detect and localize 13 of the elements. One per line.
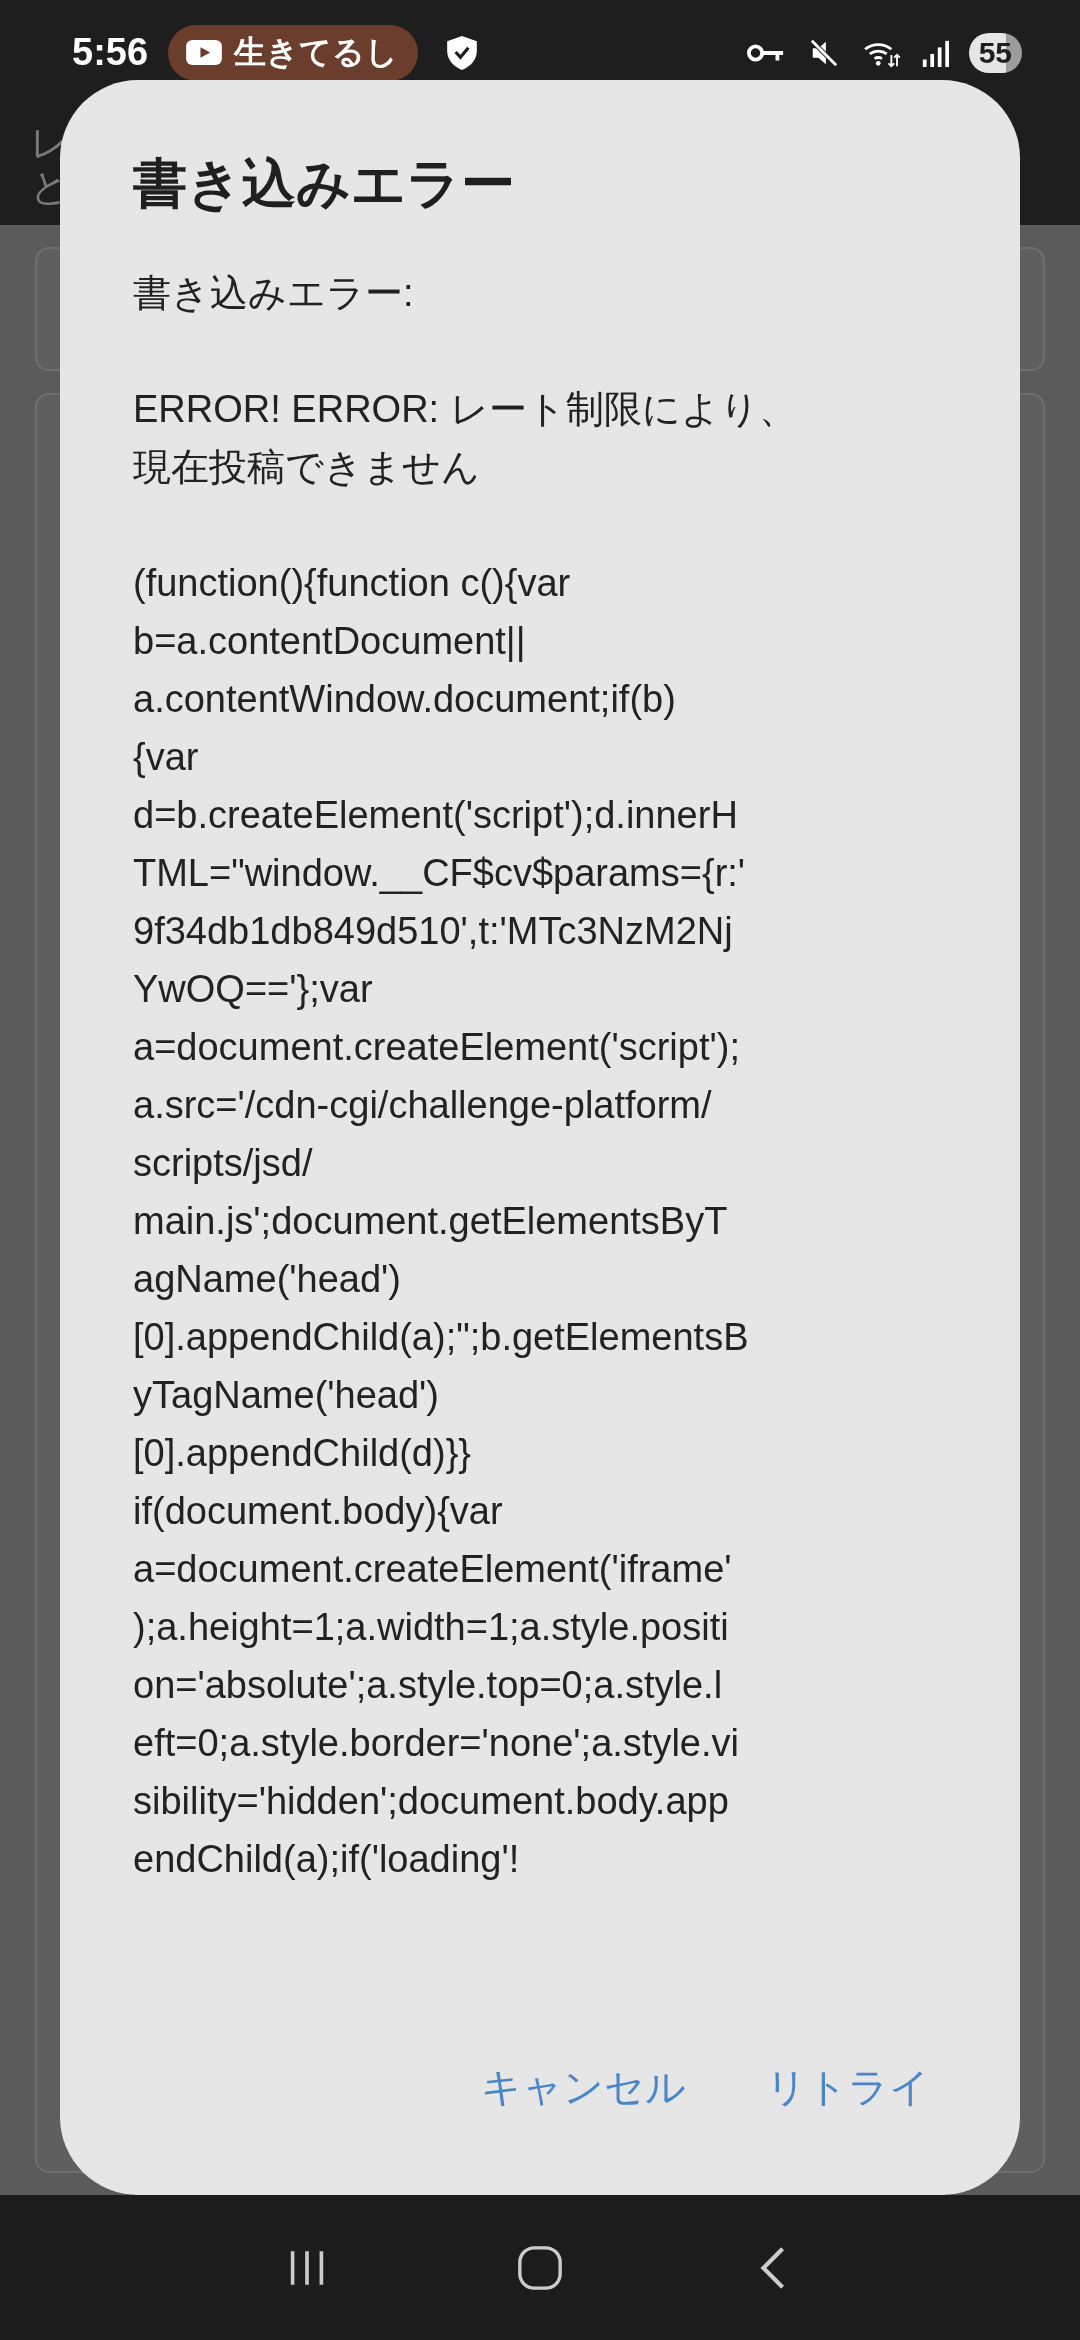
battery-indicator: 55 [968, 32, 1022, 73]
play-icon [186, 40, 223, 65]
shield-icon [446, 34, 479, 71]
dialog-button[interactable]: リトライ [756, 2040, 940, 2135]
dialog-button[interactable]: キャンセル [471, 2040, 696, 2135]
error-message: 書き込みエラー: [133, 271, 414, 316]
error-message: (function(){function c(){var b=a.contentDocument|| a.contentWindow.document;if(b) {var d=b.createElement('script');d.innerH TML="window.__CF$cv$params={r:' 9f34db1db849d510',t:'MTc3NzM2Nj YwOQ=='};var a=document.createElement('script'); a.src='/cdn-cgi/challenge-platform/ scripts/jsd/ main.js';document.getElementsByT agName('head') [0].appendChild(a);";b.getElementsB yTagName('head') [0].appendChild(d)}} if(document.body){var a=document.createElement('iframe' );a.height=1;a.width=1;a.style.positi on='absolute';a.style.top=0;a.style.l eft=0;a.style.border='none';a.style.vi sibility='hidden';document.body.app endChild(a);if('loading'! [133, 561, 749, 1882]
app-title: レ と [30, 121, 69, 209]
error-message: ERROR! ERROR: レート制限により、 現在投稿できません [133, 387, 797, 490]
dialog-title: 書き込みエラー [133, 152, 516, 215]
home-icon[interactable] [516, 2243, 564, 2292]
clock: 5:56 [72, 31, 149, 74]
media-pill[interactable]: 生きてるし [168, 24, 419, 81]
